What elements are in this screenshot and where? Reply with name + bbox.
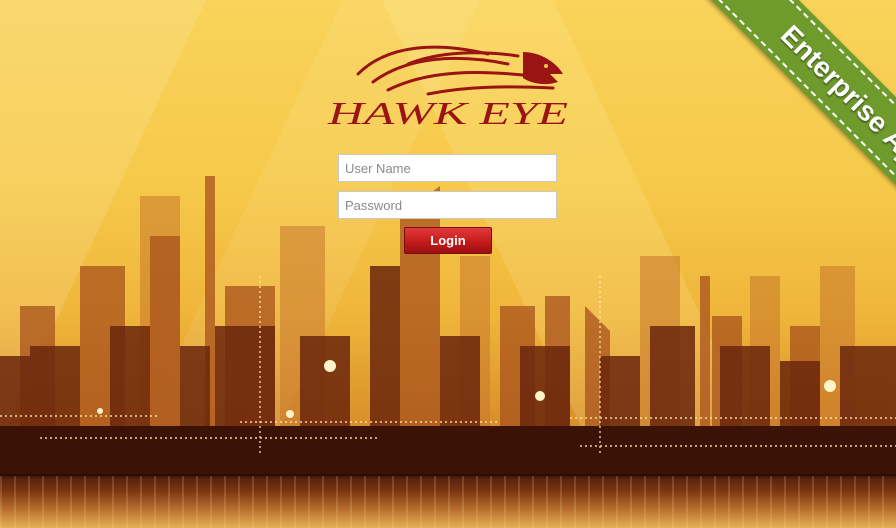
- password-input[interactable]: [338, 191, 557, 219]
- water-reflection: [0, 476, 896, 528]
- enterprise-ribbon-container: Enterprise App: [596, 0, 896, 300]
- logo-text: HAWK EYE: [326, 95, 568, 131]
- hawk-eye-logo: HAWK EYE: [326, 45, 569, 131]
- login-button[interactable]: Login: [404, 227, 492, 254]
- enterprise-ribbon: Enterprise App: [685, 0, 896, 272]
- enterprise-ribbon-label: Enterprise App: [774, 19, 896, 183]
- username-input[interactable]: [338, 154, 557, 182]
